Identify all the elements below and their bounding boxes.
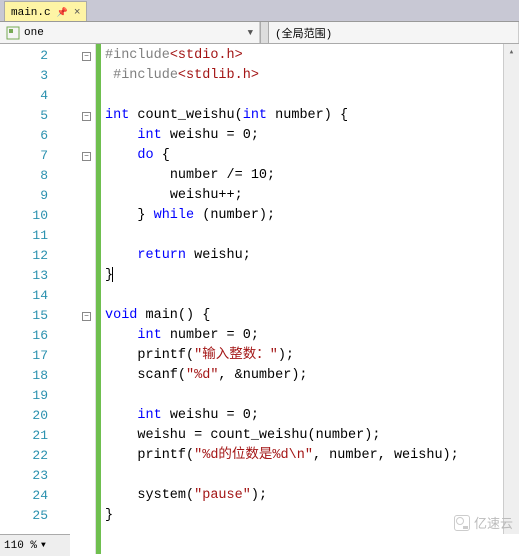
- code-line: weishu = count_weishu(number);: [105, 426, 519, 446]
- code-line: return weishu;: [105, 246, 519, 266]
- line-number: 11: [0, 226, 78, 246]
- fold-column: − − − −: [78, 44, 96, 554]
- line-number: 7: [0, 146, 78, 166]
- line-number: 2: [0, 46, 78, 66]
- line-number: 18: [0, 366, 78, 386]
- code-line: system("pause");: [105, 486, 519, 506]
- navigation-bar: one ▼ (全局范围): [0, 22, 519, 44]
- scope-right-label: (全局范围): [275, 25, 332, 41]
- code-line: weishu++;: [105, 186, 519, 206]
- line-number: 19: [0, 386, 78, 406]
- code-editor[interactable]: 2 3 4 5 6 7 8 9 10 11 12 13 14 15 16 17 …: [0, 44, 519, 554]
- zoom-control[interactable]: 110 % ▼: [0, 534, 70, 556]
- fold-toggle[interactable]: −: [82, 152, 91, 161]
- line-number: 16: [0, 326, 78, 346]
- line-number: 12: [0, 246, 78, 266]
- line-number-gutter: 2 3 4 5 6 7 8 9 10 11 12 13 14 15 16 17 …: [0, 44, 78, 554]
- code-line: #include<stdio.h>: [105, 46, 519, 66]
- line-number: 17: [0, 346, 78, 366]
- line-number: 13: [0, 266, 78, 286]
- code-line: }: [105, 266, 519, 286]
- code-line: do {: [105, 146, 519, 166]
- line-number: 8: [0, 166, 78, 186]
- chevron-down-icon: ▼: [248, 28, 253, 38]
- close-icon[interactable]: ×: [74, 7, 81, 19]
- line-number: 24: [0, 486, 78, 506]
- fold-toggle[interactable]: −: [82, 112, 91, 121]
- scope-icon: [6, 26, 20, 40]
- watermark: 亿速云: [454, 513, 513, 532]
- code-area[interactable]: #include<stdio.h> #include<stdlib.h> int…: [101, 44, 519, 554]
- code-line: int count_weishu(int number) {: [105, 106, 519, 126]
- file-tab-main-c[interactable]: main.c 📌 ×: [4, 1, 87, 21]
- text-cursor: [112, 267, 113, 282]
- line-number: 22: [0, 446, 78, 466]
- splitter-grip[interactable]: [260, 22, 269, 43]
- scope-left-label: one: [24, 27, 44, 39]
- code-line: void main() {: [105, 306, 519, 326]
- watermark-text: 亿速云: [474, 513, 513, 532]
- scope-dropdown-left[interactable]: one ▼: [0, 22, 260, 43]
- chevron-down-icon: ▼: [41, 541, 46, 550]
- code-line: int weishu = 0;: [105, 126, 519, 146]
- pin-icon[interactable]: 📌: [57, 8, 68, 18]
- code-line: scanf("%d", &number);: [105, 366, 519, 386]
- line-number: 5: [0, 106, 78, 126]
- scroll-up-icon[interactable]: ▴: [504, 44, 519, 60]
- line-number: 3: [0, 66, 78, 86]
- line-number: 4: [0, 86, 78, 106]
- tab-bar: main.c 📌 ×: [0, 0, 519, 22]
- line-number: 21: [0, 426, 78, 446]
- line-number: 9: [0, 186, 78, 206]
- zoom-level: 110 %: [4, 540, 37, 552]
- vertical-scrollbar[interactable]: ▴: [503, 44, 519, 534]
- line-number: 10: [0, 206, 78, 226]
- tab-filename: main.c: [11, 7, 51, 19]
- code-line: [105, 86, 519, 106]
- line-number: 15: [0, 306, 78, 326]
- code-line: number /= 10;: [105, 166, 519, 186]
- line-number: 14: [0, 286, 78, 306]
- line-number: 6: [0, 126, 78, 146]
- fold-toggle[interactable]: −: [82, 312, 91, 321]
- line-number: 20: [0, 406, 78, 426]
- watermark-icon: [454, 515, 470, 531]
- line-number: 23: [0, 466, 78, 486]
- line-number: 25: [0, 506, 78, 526]
- code-line: [105, 286, 519, 306]
- scope-dropdown-right[interactable]: (全局范围): [269, 22, 519, 43]
- code-line: printf("%d的位数是%d\n", number, weishu);: [105, 446, 519, 466]
- fold-toggle[interactable]: −: [82, 52, 91, 61]
- code-line: } while (number);: [105, 206, 519, 226]
- code-line: #include<stdlib.h>: [105, 66, 519, 86]
- code-line: printf("输入整数：");: [105, 346, 519, 366]
- code-line: int weishu = 0;: [105, 406, 519, 426]
- code-line: int number = 0;: [105, 326, 519, 346]
- code-line: [105, 226, 519, 246]
- code-line: [105, 466, 519, 486]
- code-line: [105, 386, 519, 406]
